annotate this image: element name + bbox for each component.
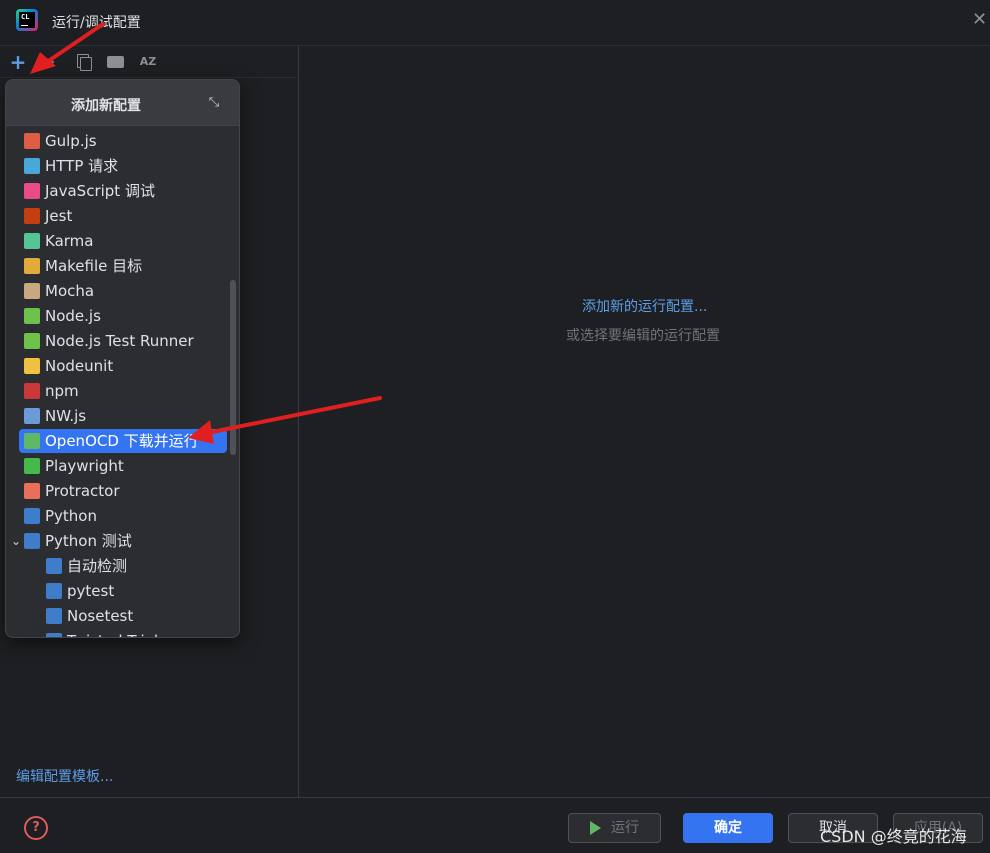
clion-app-icon: CL xyxy=(16,9,38,31)
python-test-icon xyxy=(46,558,62,574)
gulp-icon xyxy=(24,133,40,149)
karma-icon xyxy=(24,233,40,249)
collapse-icon[interactable]: ⤡ xyxy=(206,95,222,111)
npm-icon xyxy=(24,383,40,399)
makefile-icon xyxy=(24,258,40,274)
config-type-item[interactable]: Mocha xyxy=(19,279,227,303)
config-type-label: Node.js xyxy=(45,307,101,325)
config-type-label: pytest xyxy=(67,582,115,600)
add-new-configuration-popup: 添加新配置 ⤡ Gulp.js HTTP 请求 JavaScript 调试 Jest K… xyxy=(5,79,240,638)
config-type-item[interactable]: pytest xyxy=(19,579,227,603)
mocha-icon xyxy=(24,283,40,299)
config-type-item[interactable]: Jest xyxy=(19,204,227,228)
config-type-label: Makefile 目标 xyxy=(45,257,143,275)
config-type-item[interactable]: ⌄ Python 测试 xyxy=(11,529,227,553)
config-type-label: Nodeunit xyxy=(45,357,114,375)
config-type-item[interactable]: 自动检测 xyxy=(19,554,227,578)
add-configuration-icon[interactable]: + xyxy=(8,52,28,72)
config-type-label: HTTP 请求 xyxy=(45,157,119,175)
config-type-label: Node.js Test Runner xyxy=(45,332,194,350)
config-type-item[interactable]: HTTP 请求 xyxy=(19,154,227,178)
popup-header: 添加新配置 ⤡ xyxy=(6,80,239,126)
configurations-toolbar: + AZ xyxy=(0,46,299,78)
python-test-icon xyxy=(46,583,62,599)
ok-button[interactable]: 确定 xyxy=(683,813,773,843)
config-type-item[interactable]: Node.js Test Runner xyxy=(19,329,227,353)
config-type-item[interactable]: Gulp.js xyxy=(19,129,227,153)
config-type-label: Gulp.js xyxy=(45,132,97,150)
config-type-label: Twisted Trial xyxy=(67,629,158,637)
config-type-item[interactable]: Nosetest xyxy=(19,604,227,628)
nodejs-icon xyxy=(24,308,40,324)
sort-alphabetically-icon[interactable]: AZ xyxy=(138,52,158,72)
select-config-hint: 或选择要编辑的运行配置 xyxy=(566,328,720,344)
config-type-item[interactable]: Twisted Trial xyxy=(19,629,227,637)
config-type-label: 自动检测 xyxy=(67,557,128,575)
copy-configuration-icon[interactable] xyxy=(73,52,93,72)
edit-templates-link[interactable]: 编辑配置模板... xyxy=(16,766,113,786)
playwright-icon xyxy=(24,458,40,474)
close-icon[interactable]: ✕ xyxy=(972,11,988,29)
config-type-label: Jest xyxy=(45,207,73,225)
config-type-label: OpenOCD 下载并运行 xyxy=(45,432,199,450)
config-type-label: Playwright xyxy=(45,457,124,475)
config-type-item[interactable]: Python xyxy=(19,504,227,528)
nodeunit-icon xyxy=(24,358,40,374)
run-button-label: 运行 xyxy=(611,820,639,836)
js-debug-icon xyxy=(24,183,40,199)
protractor-icon xyxy=(24,483,40,499)
python-test-icon xyxy=(46,633,62,637)
title-bar: CL 运行/调试配置 ✕ xyxy=(0,0,990,46)
jest-icon xyxy=(24,208,40,224)
add-new-run-config-link[interactable]: 添加新的运行配置... xyxy=(582,296,707,316)
config-type-label: Python xyxy=(45,507,97,525)
configuration-type-list: Gulp.js HTTP 请求 JavaScript 调试 Jest Karma Make… xyxy=(6,128,239,637)
config-type-item[interactable]: Protractor xyxy=(19,479,227,503)
watermark: CSDN @终竟的花海 xyxy=(820,827,967,846)
config-type-item[interactable]: NW.js xyxy=(19,404,227,428)
api-icon xyxy=(24,158,40,174)
config-type-label: Python 测试 xyxy=(45,532,132,550)
config-type-label: Protractor xyxy=(45,482,120,500)
config-type-label: Mocha xyxy=(45,282,95,300)
remove-configuration-icon[interactable] xyxy=(40,61,54,63)
window-title: 运行/调试配置 xyxy=(52,15,141,31)
chevron-down-icon[interactable]: ⌄ xyxy=(11,529,21,553)
config-type-item[interactable]: Makefile 目标 xyxy=(19,254,227,278)
config-type-label: NW.js xyxy=(45,407,87,425)
config-type-item[interactable]: Nodeunit xyxy=(19,354,227,378)
config-type-label: npm xyxy=(45,382,79,400)
config-type-label: JavaScript 调试 xyxy=(45,182,155,200)
popup-scrollbar[interactable] xyxy=(230,280,236,455)
config-type-item[interactable]: OpenOCD 下载并运行 xyxy=(19,429,227,453)
run-button[interactable]: 运行 xyxy=(568,813,661,843)
python-test-icon xyxy=(46,608,62,624)
python-test-icon xyxy=(24,533,40,549)
config-type-item[interactable]: Playwright xyxy=(19,454,227,478)
nwjs-icon xyxy=(24,408,40,424)
config-type-label: Karma xyxy=(45,232,94,250)
config-type-item[interactable]: JavaScript 调试 xyxy=(19,179,227,203)
play-icon xyxy=(590,821,601,835)
config-type-item[interactable]: npm xyxy=(19,379,227,403)
help-icon[interactable]: ? xyxy=(24,816,48,840)
new-folder-icon[interactable] xyxy=(106,52,126,72)
nodejs-test-icon xyxy=(24,333,40,349)
config-type-item[interactable]: Karma xyxy=(19,229,227,253)
popup-title: 添加新配置 xyxy=(71,98,141,114)
config-type-label: Nosetest xyxy=(67,607,134,625)
python-icon xyxy=(24,508,40,524)
config-type-item[interactable]: Node.js xyxy=(19,304,227,328)
openocd-icon xyxy=(24,433,40,449)
configuration-detail-panel: 添加新的运行配置... 或选择要编辑的运行配置 xyxy=(300,46,990,797)
